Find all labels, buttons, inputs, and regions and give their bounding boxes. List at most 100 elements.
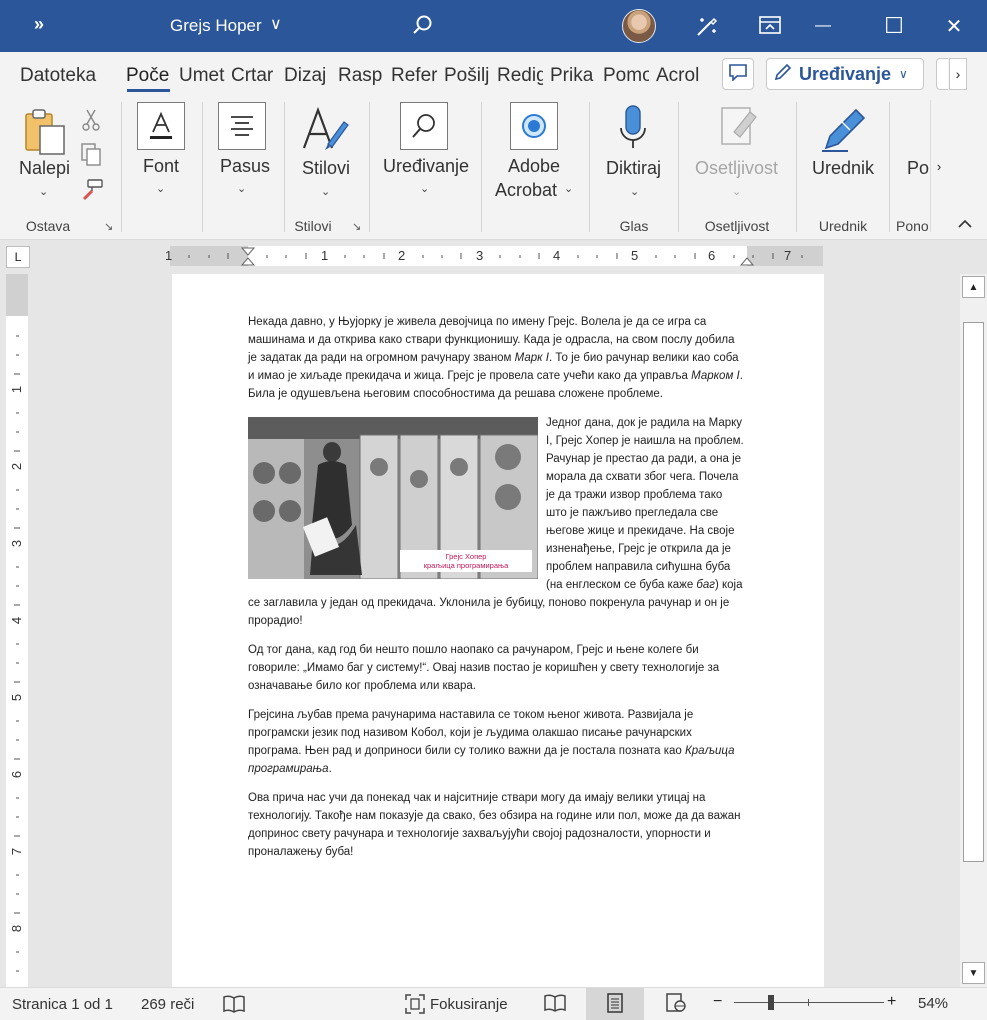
paragraph-1[interactable]: Некада давно, у Њујорку је живела девојч… <box>248 313 746 403</box>
vertical-scrollbar[interactable]: ▲ ▼ <box>960 274 987 987</box>
sensitivity-button: Osetljivost <box>695 158 779 178</box>
tab-design[interactable]: Dizaj <box>284 65 330 87</box>
adobe-acrobat-label-1[interactable]: Adobe <box>508 156 560 177</box>
font-caret-icon[interactable]: ⌄ <box>156 182 165 195</box>
paragraph-2[interactable]: Грејс Хопер краљица програмирања Једног … <box>248 414 746 630</box>
ruler-number: 7 <box>784 248 792 263</box>
close-button[interactable]: ✕ <box>931 0 977 52</box>
web-layout-icon[interactable] <box>665 993 687 1018</box>
styles-icon[interactable] <box>298 104 352 159</box>
scroll-down-icon[interactable]: ▼ <box>962 962 985 984</box>
text-run: . <box>328 763 332 775</box>
document-title[interactable]: Grejs Hoper <box>170 16 262 36</box>
print-layout-icon[interactable] <box>605 993 625 1018</box>
ruler-number: 7 <box>9 847 25 856</box>
tab-help[interactable]: Pomo <box>603 65 649 87</box>
read-aloud-book-icon[interactable] <box>222 993 246 1019</box>
dictate-button[interactable]: Diktiraj <box>606 158 661 179</box>
adobe-acrobat-label-2[interactable]: Acrobat <box>495 180 557 201</box>
focus-button[interactable]: Fokusiranje <box>430 996 508 1013</box>
tab-home[interactable]: Poče <box>126 65 172 87</box>
paragraph-button[interactable]: Pasus <box>220 156 270 177</box>
horizontal-ruler[interactable]: 1 1 2 3 4 5 6 7 <box>165 246 823 266</box>
scroll-up-icon[interactable]: ▲ <box>962 276 985 298</box>
font-button[interactable]: Font <box>143 156 179 177</box>
comment-icon <box>728 63 748 86</box>
maximize-button[interactable]: ☐ <box>871 0 917 52</box>
paragraph-caret-icon[interactable]: ⌄ <box>237 182 246 195</box>
minimize-button[interactable]: — <box>800 0 846 52</box>
find-icon[interactable] <box>400 102 448 150</box>
paragraph-3[interactable]: Од тог дана, кад год би нешто пошло наоп… <box>248 641 746 695</box>
tab-review[interactable]: Redig <box>497 65 543 87</box>
caption-line: Грејс Хопер <box>445 552 487 561</box>
zoom-out-button[interactable]: − <box>713 993 722 1011</box>
scissors-icon[interactable] <box>80 108 102 137</box>
ruler-number: 3 <box>476 248 484 263</box>
styles-button[interactable]: Stilovi <box>302 158 350 179</box>
focus-icon[interactable] <box>404 993 426 1019</box>
ribbon-display-icon[interactable] <box>758 14 782 41</box>
tab-references[interactable]: Refer <box>391 65 437 87</box>
paragraph-icon[interactable] <box>218 102 266 150</box>
styles-launcher-icon[interactable]: ↘ <box>352 220 361 233</box>
ruler-number: 2 <box>398 248 406 263</box>
ruler-number: 5 <box>9 693 25 702</box>
ribbon-scroll-right-icon[interactable]: › <box>930 100 947 232</box>
styles-caret-icon[interactable]: ⌄ <box>321 185 330 198</box>
tab-file[interactable]: Datoteka <box>20 65 104 87</box>
search-icon[interactable] <box>412 14 434 41</box>
editing-button[interactable]: Uređivanje <box>383 156 469 177</box>
user-avatar[interactable] <box>622 9 656 43</box>
word-count[interactable]: 269 reči <box>141 996 194 1013</box>
paste-caret-icon[interactable]: ⌄ <box>39 185 48 198</box>
vertical-ruler[interactable]: 1 2 3 4 5 6 7 8 <box>6 274 28 987</box>
title-dropdown-caret[interactable]: ∨ <box>270 14 282 34</box>
quick-access-expand-icon[interactable]: » <box>34 14 44 35</box>
text-run: Једног дана, док је радила на Марку I, Г… <box>546 417 744 591</box>
text-run: Грејсина љубав према рачунарима наставил… <box>248 709 694 757</box>
close-icon: ✕ <box>945 15 963 38</box>
format-painter-icon[interactable] <box>80 178 104 207</box>
editing-caret-icon[interactable]: ⌄ <box>420 182 429 195</box>
microphone-icon[interactable] <box>618 104 648 159</box>
acrobat-icon[interactable] <box>510 102 558 150</box>
ruler-number: 1 <box>165 248 173 263</box>
tab-insert[interactable]: Umet <box>179 65 225 87</box>
paste-icon[interactable] <box>22 108 70 163</box>
tab-layout[interactable]: Rasp <box>338 65 384 87</box>
comments-button[interactable] <box>722 58 754 90</box>
paragraph-5[interactable]: Ова прича нас учи да понекад чак и најси… <box>248 789 746 861</box>
tab-mailings[interactable]: Pošilj <box>444 65 490 87</box>
grace-hopper-photo[interactable]: Грејс Хопер краљица програмирања <box>248 417 538 579</box>
editing-mode-button[interactable]: Uređivanje ∨ <box>766 58 924 90</box>
ruler-number: 4 <box>9 616 25 625</box>
editor-button[interactable]: Urednik <box>812 158 874 179</box>
editor-icon[interactable] <box>818 104 868 159</box>
read-mode-icon[interactable] <box>543 993 567 1018</box>
collapse-ribbon-icon[interactable] <box>958 216 972 232</box>
share-button[interactable] <box>936 58 948 90</box>
copy-icon[interactable] <box>80 142 102 173</box>
paragraph-4[interactable]: Грејсина љубав према рачунарима наставил… <box>248 706 746 778</box>
zoom-in-button[interactable]: + <box>887 993 896 1011</box>
ruler-number: 5 <box>631 248 639 263</box>
chevron-right-icon[interactable]: › <box>949 58 967 90</box>
tab-draw[interactable]: Crtar <box>231 65 277 87</box>
tab-selector-icon[interactable]: L <box>6 246 30 268</box>
document-body[interactable]: Некада давно, у Њујорку је живела девојч… <box>248 313 746 872</box>
zoom-level[interactable]: 54% <box>918 995 948 1012</box>
clipboard-launcher-icon[interactable]: ↘ <box>104 220 113 233</box>
paste-button[interactable]: Nalepi <box>19 158 70 179</box>
font-icon[interactable] <box>137 102 185 150</box>
dictate-caret-icon[interactable]: ⌄ <box>630 185 639 198</box>
page-count[interactable]: Stranica 1 od 1 <box>12 996 113 1013</box>
scroll-thumb[interactable] <box>963 322 984 862</box>
tab-acrobat[interactable]: Acrol <box>656 65 704 87</box>
zoom-slider[interactable] <box>734 1002 884 1003</box>
acrobat-caret-icon[interactable]: ⌄ <box>564 182 573 195</box>
ribbon-separator <box>889 102 890 232</box>
designer-wand-icon[interactable] <box>694 14 720 43</box>
tab-view[interactable]: Prika <box>550 65 595 87</box>
zoom-slider-thumb[interactable] <box>768 995 774 1010</box>
